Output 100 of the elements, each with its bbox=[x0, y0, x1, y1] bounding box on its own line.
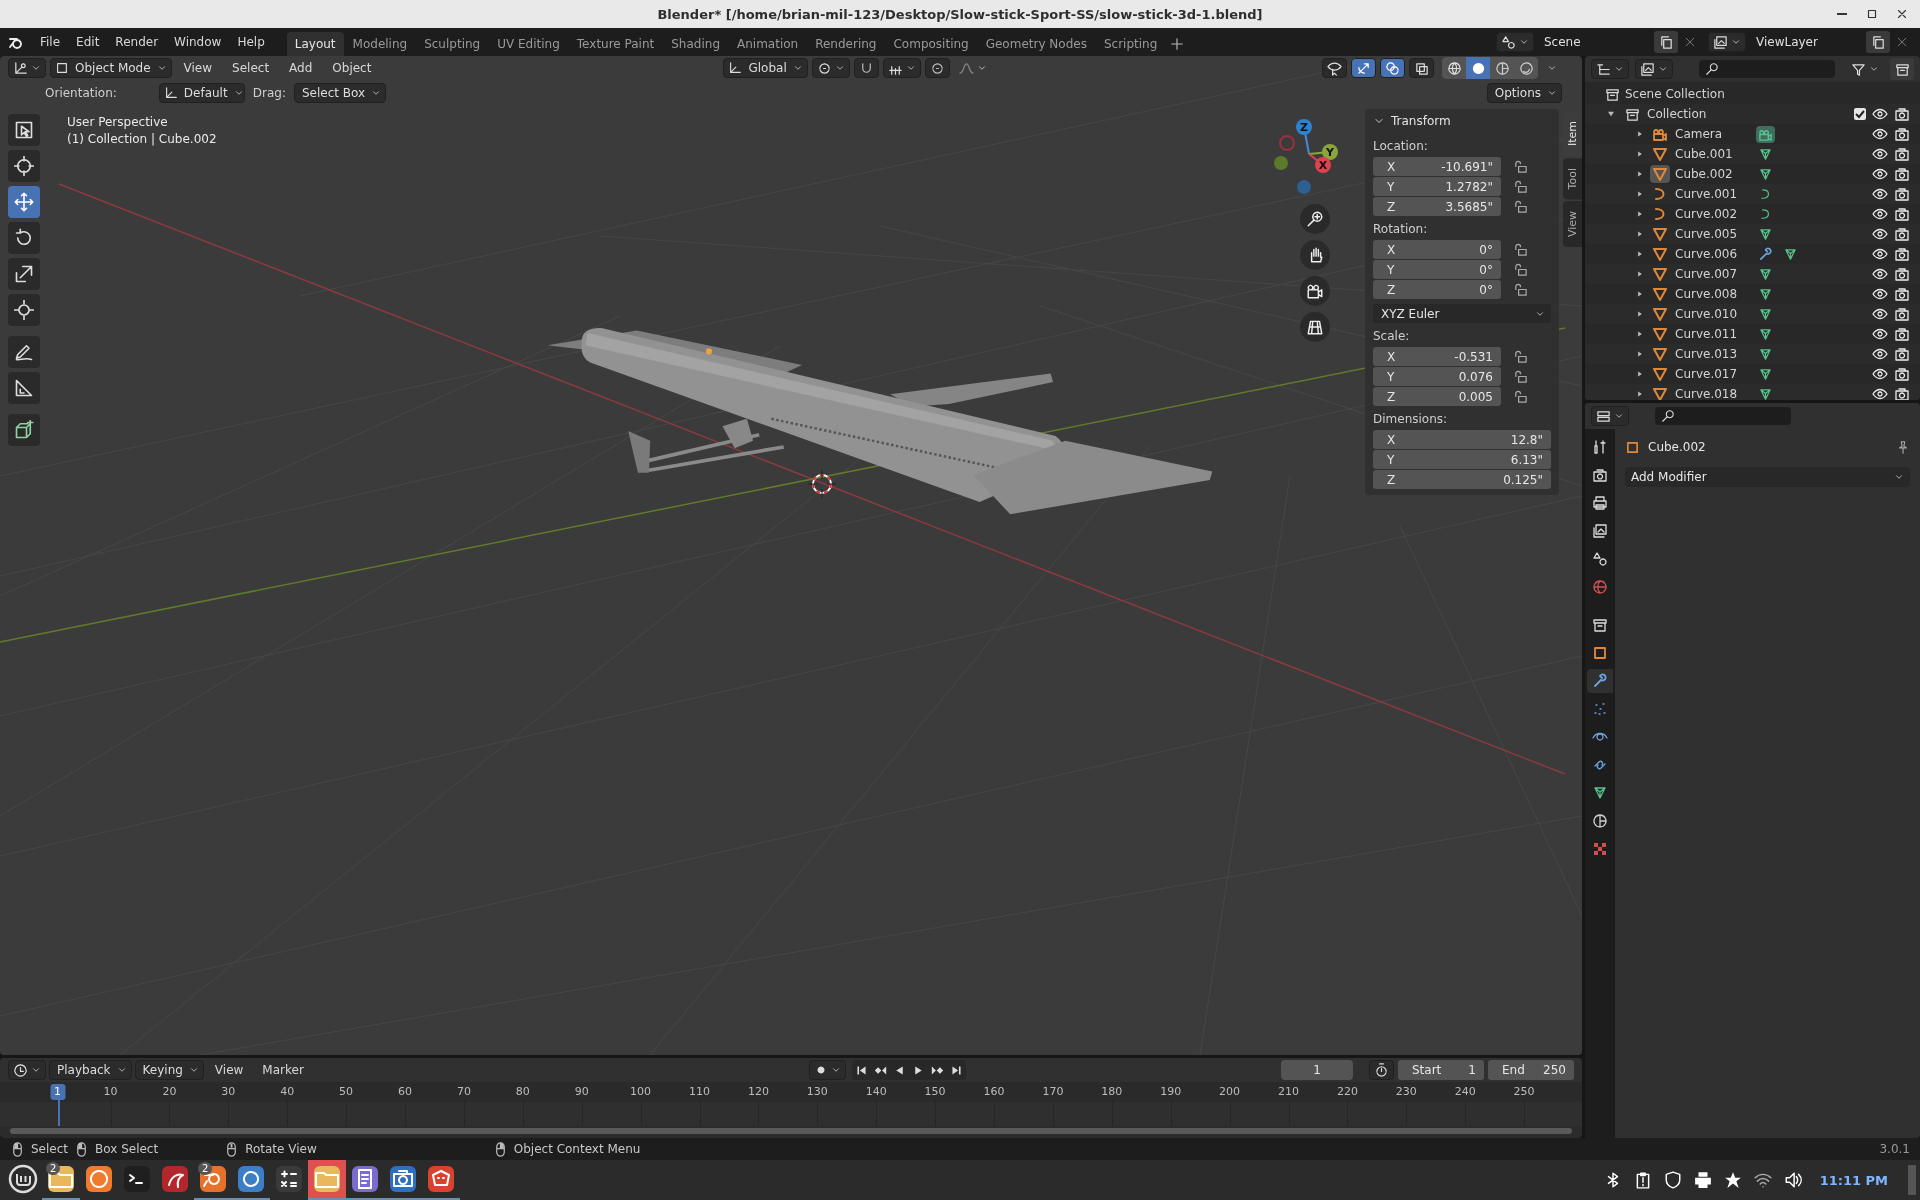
frame-tick-label: 20 bbox=[162, 1085, 177, 1098]
frame-tick-label: 170 bbox=[1042, 1085, 1064, 1098]
frame-tick-label: 40 bbox=[280, 1085, 295, 1098]
workspace-tab[interactable]: Modeling bbox=[344, 32, 416, 56]
frame-tick-label: 80 bbox=[515, 1085, 530, 1098]
menu-item[interactable]: View bbox=[206, 1060, 252, 1080]
menu-item[interactable]: Help bbox=[229, 32, 273, 52]
tree-item-label[interactable]: Curve.013 bbox=[1675, 347, 1751, 361]
drag-label: Drag: bbox=[252, 86, 286, 100]
current-frame-field[interactable]: 1 bbox=[1281, 1060, 1353, 1080]
frame-tick-label: 50 bbox=[339, 1085, 354, 1098]
clock[interactable]: 11:11 PM bbox=[1819, 1172, 1888, 1188]
menu-item[interactable]: Add bbox=[281, 58, 321, 78]
tree-item-label[interactable]: Curve.010 bbox=[1675, 307, 1751, 321]
menu-item[interactable]: View bbox=[175, 58, 221, 78]
end-frame-field[interactable]: End 250 bbox=[1488, 1060, 1574, 1080]
sidebar-tab[interactable]: Tool bbox=[1563, 158, 1582, 200]
menu-item[interactable]: Render bbox=[107, 32, 167, 52]
number-field[interactable]: X -0.531 bbox=[1373, 347, 1501, 366]
workspace-tab[interactable]: Shading bbox=[663, 32, 728, 56]
number-field[interactable]: Y 6.13" bbox=[1373, 450, 1551, 469]
menu-item[interactable]: Playback bbox=[49, 1060, 132, 1080]
tree-item-label[interactable]: Scene Collection bbox=[1625, 87, 1725, 101]
menu-item[interactable]: Edit bbox=[68, 32, 108, 52]
frame-tick-label: 90 bbox=[574, 1085, 589, 1098]
taskbar-app[interactable]: 2 bbox=[194, 1160, 232, 1200]
start-frame-field[interactable]: Start 1 bbox=[1398, 1060, 1484, 1080]
playhead[interactable]: 1 bbox=[50, 1084, 65, 1100]
workspace-tab[interactable]: Rendering bbox=[807, 32, 885, 56]
workspace-tab[interactable]: Layout bbox=[286, 32, 344, 56]
panel-header[interactable]: Transform bbox=[1373, 109, 1551, 133]
version-label: 3.0.1 bbox=[1879, 1142, 1910, 1156]
tree-item-label[interactable]: Curve.008 bbox=[1675, 287, 1751, 301]
taskbar-app[interactable]: 2 bbox=[42, 1160, 80, 1200]
drag-dropdown[interactable]: Select Box bbox=[294, 83, 387, 103]
number-field[interactable]: X -10.691" bbox=[1373, 157, 1501, 176]
axis-gizmo[interactable]: Z Y X bbox=[1273, 114, 1357, 198]
window-count-badge: 2 bbox=[198, 1162, 213, 1175]
tree-item-label[interactable]: Cube.001 bbox=[1675, 147, 1751, 161]
viewport-info-text: User Perspective bbox=[67, 115, 169, 129]
frame-tick-label: 30 bbox=[221, 1085, 236, 1098]
tree-item-label[interactable]: Curve.018 bbox=[1675, 387, 1751, 400]
number-field[interactable]: Z 0.125" bbox=[1373, 470, 1551, 489]
rotation-mode-dropdown[interactable]: XYZ Euler bbox=[1373, 304, 1551, 323]
group-label: Rotation: bbox=[1373, 222, 1429, 236]
frame-tick-label: 240 bbox=[1454, 1085, 1476, 1098]
group-label: Location: bbox=[1373, 139, 1429, 153]
number-field[interactable]: Y 0° bbox=[1373, 260, 1501, 279]
orientation-dropdown[interactable]: Default bbox=[158, 83, 245, 103]
orientation-dropdown[interactable]: Global bbox=[723, 58, 808, 78]
orientation-label: Orientation: bbox=[45, 86, 117, 100]
tree-item-label[interactable]: Cube.002 bbox=[1675, 167, 1751, 181]
number-field[interactable]: Y 0.076 bbox=[1373, 367, 1501, 386]
number-field[interactable]: Z 0° bbox=[1373, 280, 1501, 299]
frame-tick-label: 140 bbox=[865, 1085, 887, 1098]
tree-item-label[interactable]: Curve.007 bbox=[1675, 267, 1751, 281]
frame-tick-label: 110 bbox=[689, 1085, 710, 1098]
menu-item[interactable]: Marker bbox=[254, 1060, 312, 1080]
window-count-badge: 2 bbox=[46, 1162, 61, 1175]
status-hint: Select bbox=[31, 1142, 69, 1156]
status-hint: Box Select bbox=[95, 1142, 159, 1156]
mode-dropdown[interactable]: Object Mode bbox=[50, 58, 172, 78]
workspace-tab[interactable]: Compositing bbox=[885, 32, 977, 56]
number-field[interactable]: X 12.8" bbox=[1373, 430, 1551, 449]
frame-tick-label: 120 bbox=[747, 1085, 769, 1098]
frame-tick-label: 180 bbox=[1101, 1085, 1123, 1098]
sidebar-tab[interactable]: View bbox=[1563, 201, 1582, 248]
tree-item-label[interactable]: Curve.006 bbox=[1675, 247, 1751, 261]
number-field[interactable]: Z 0.005 bbox=[1373, 387, 1501, 406]
number-field[interactable]: Y 1.2782" bbox=[1373, 177, 1501, 196]
menu-item[interactable]: Object bbox=[324, 58, 380, 78]
number-field[interactable]: Z 3.5685" bbox=[1373, 197, 1501, 216]
tree-item-label[interactable]: Curve.001 bbox=[1675, 187, 1751, 201]
menu-item[interactable]: Window bbox=[166, 32, 230, 52]
menu-item[interactable]: Select bbox=[224, 58, 278, 78]
frame-tick-label: 10 bbox=[103, 1085, 118, 1098]
tree-item-label[interactable]: Curve.017 bbox=[1675, 367, 1751, 381]
workspace-tab[interactable]: Texture Paint bbox=[568, 32, 663, 56]
workspace-tab[interactable]: Geometry Nodes bbox=[977, 32, 1095, 56]
workspace-tab[interactable]: Animation bbox=[729, 32, 807, 56]
frame-tick-label: 210 bbox=[1278, 1085, 1299, 1098]
workspace-tab[interactable]: Sculpting bbox=[416, 32, 489, 56]
options-dropdown[interactable]: Options bbox=[1486, 83, 1562, 103]
workspace-tab[interactable]: UV Editing bbox=[489, 32, 568, 56]
frame-tick-label: 130 bbox=[806, 1085, 828, 1098]
window-title: Blender* [/home/brian-mil-123/Desktop/Slow-stick-Sport-SS/slow-stick-3d-1.blend] bbox=[657, 6, 1263, 22]
menu-item[interactable]: File bbox=[32, 32, 69, 52]
menu-item[interactable]: Keying bbox=[134, 1060, 204, 1080]
object-name: Cube.002 bbox=[1648, 440, 1706, 454]
tree-item-label[interactable]: Curve.005 bbox=[1675, 227, 1751, 241]
number-field[interactable]: X 0° bbox=[1373, 240, 1501, 259]
add-modifier-dropdown[interactable]: Add Modifier bbox=[1625, 467, 1910, 487]
tree-item-label[interactable]: Camera bbox=[1675, 127, 1751, 141]
frame-tick-label: 150 bbox=[924, 1085, 946, 1098]
tree-item-label[interactable]: Collection bbox=[1647, 107, 1707, 121]
status-hint: Rotate View bbox=[245, 1142, 317, 1156]
group-label: Dimensions: bbox=[1373, 412, 1449, 426]
tree-item-label[interactable]: Curve.002 bbox=[1675, 207, 1751, 221]
workspace-tab[interactable]: Scripting bbox=[1095, 32, 1166, 56]
tree-item-label[interactable]: Curve.011 bbox=[1675, 327, 1751, 341]
